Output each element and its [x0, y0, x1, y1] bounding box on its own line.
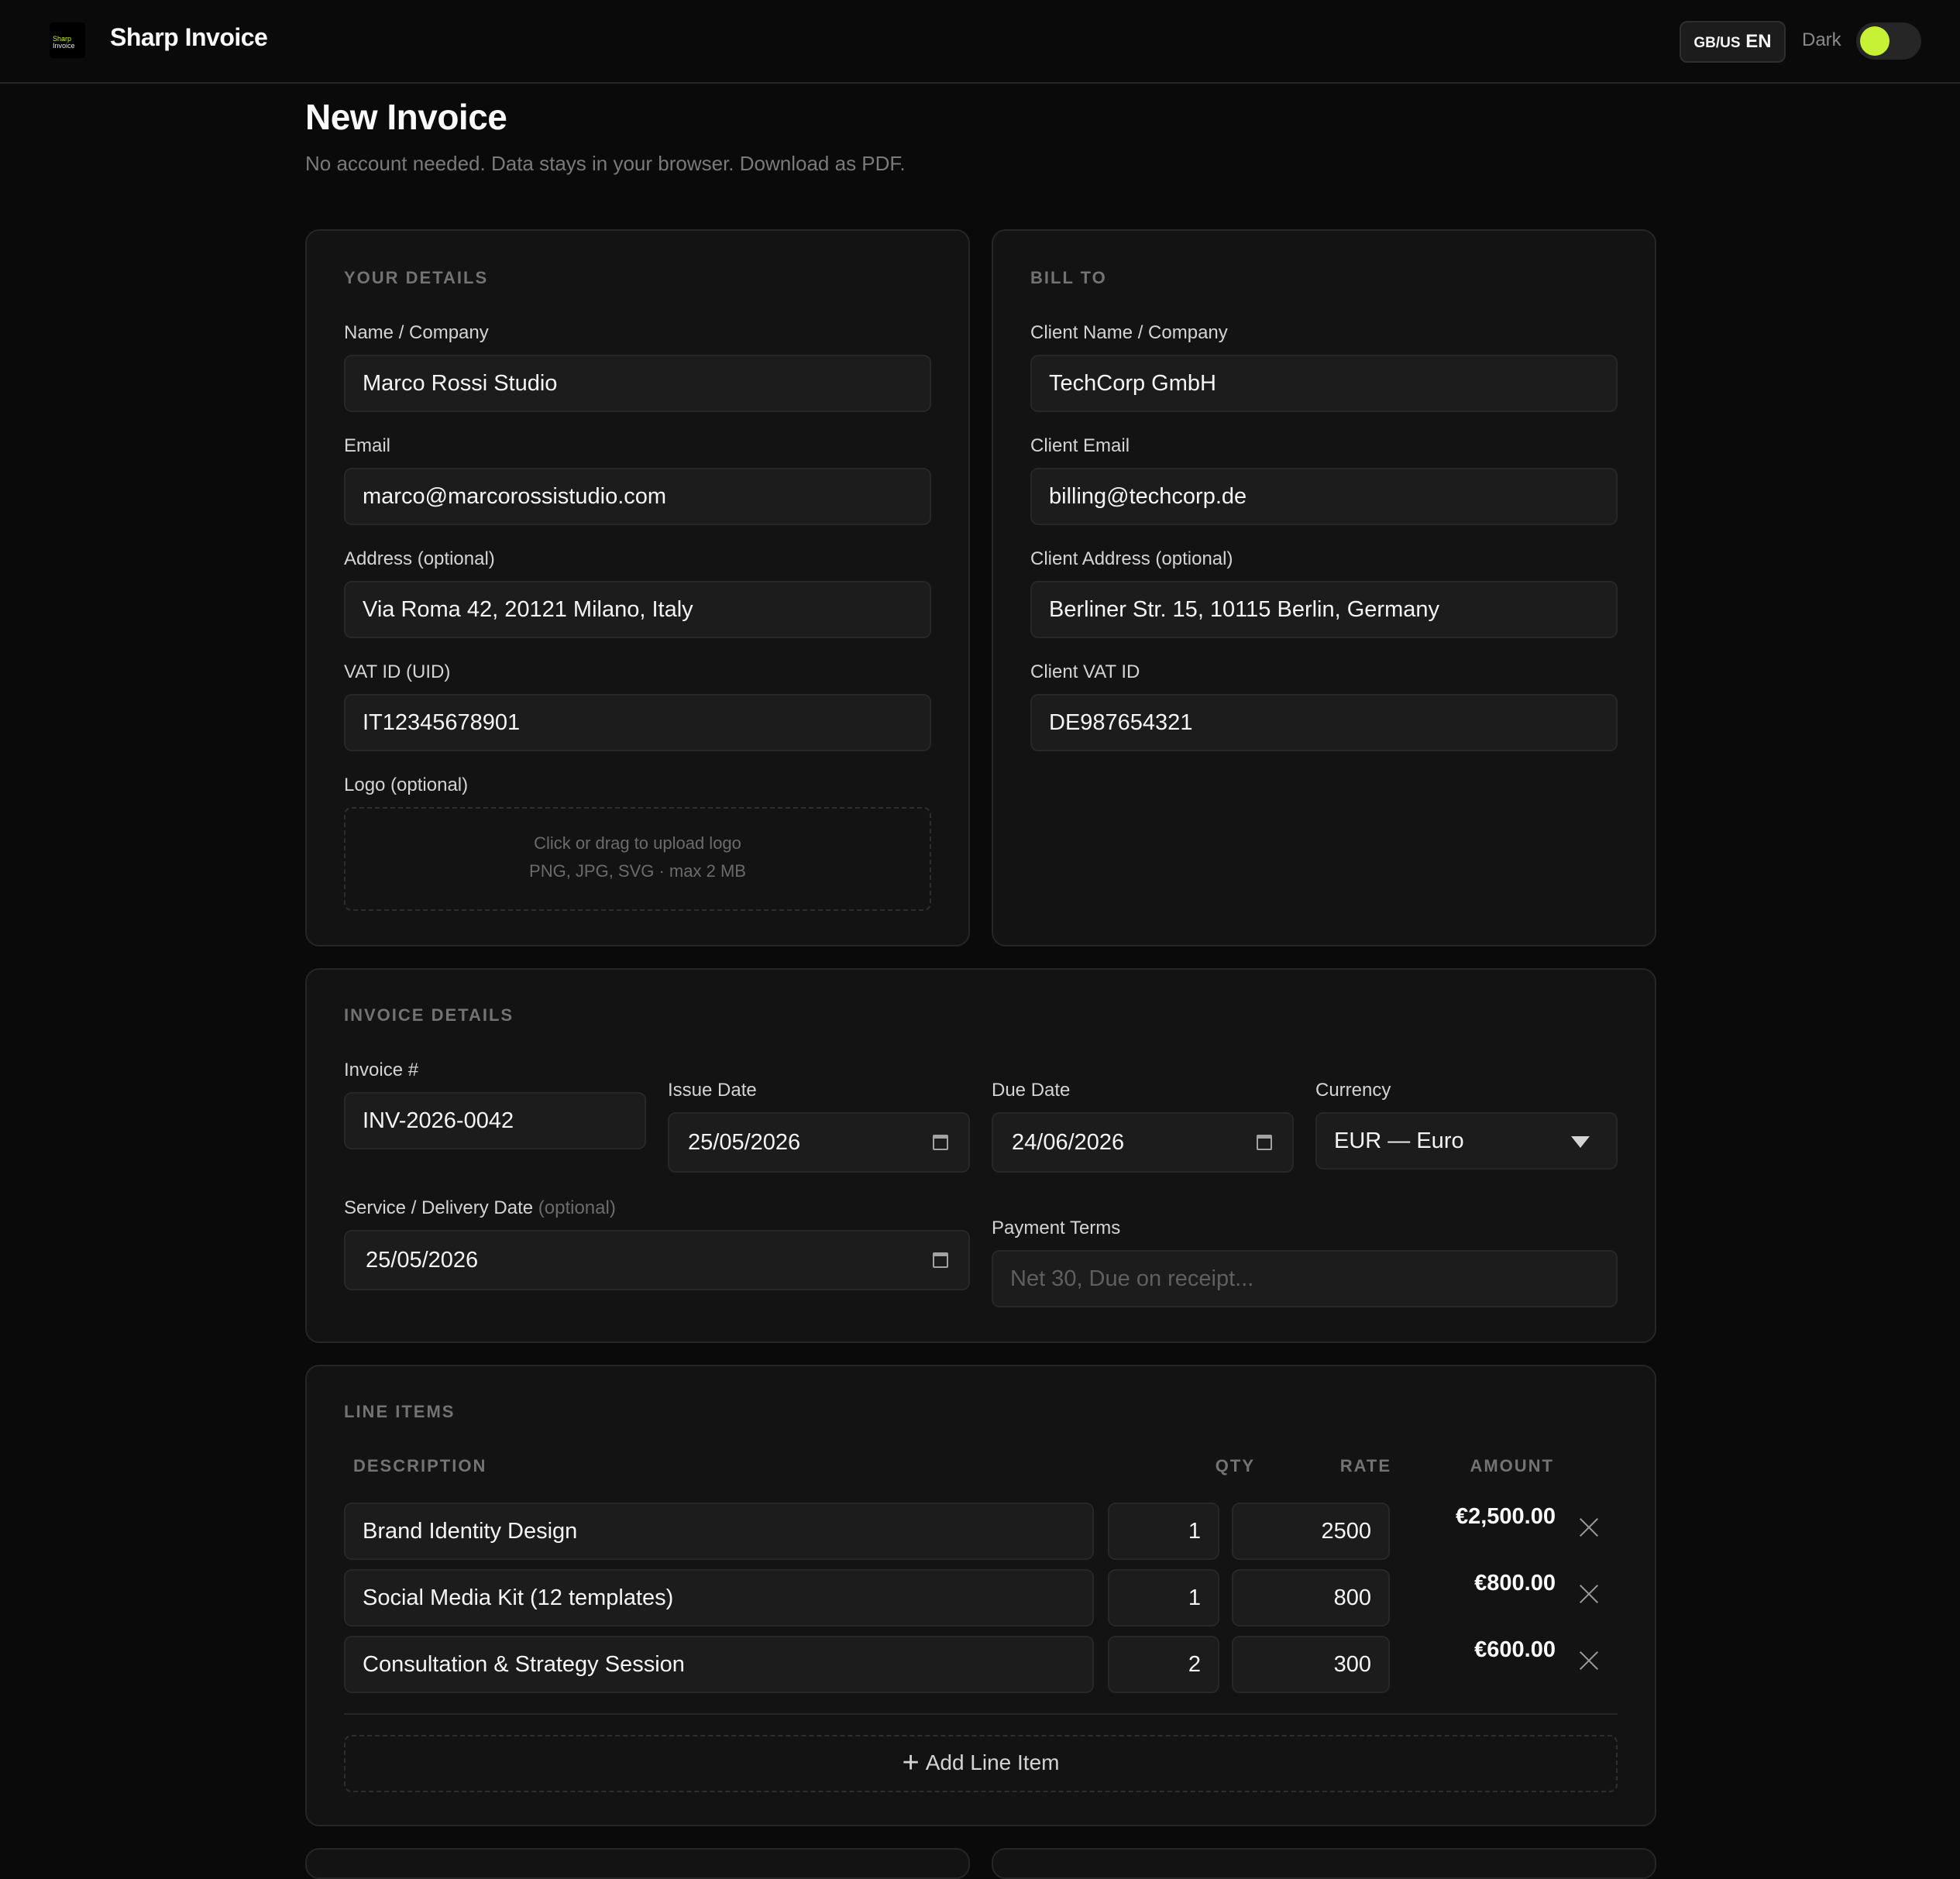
theme-toggle[interactable] [1856, 22, 1921, 60]
line-item-amount: €2,500.00 [1455, 1504, 1556, 1529]
top-bar: Sharp Invoice Sharp Invoice GB/US EN Dar… [0, 0, 1960, 84]
service-date-optional: (optional) [538, 1197, 616, 1218]
app-name[interactable]: Sharp Invoice [110, 23, 268, 52]
line-item-rate-input[interactable]: 2500 [1232, 1503, 1390, 1560]
due-date-value: 24/06/2026 [1012, 1130, 1125, 1155]
client-address-input[interactable]: Berliner Str. 15, 10115 Berlin, Germany [1030, 581, 1618, 638]
page-subtitle: No account needed. Data stays in your br… [305, 152, 906, 175]
invoice-number-label: Invoice # [344, 1060, 419, 1080]
client-name-input[interactable]: TechCorp GmbH [1030, 355, 1618, 412]
your-details-card: YOUR DETAILS Name / Company Marco Rossi … [305, 229, 970, 946]
plus-icon: + [902, 1747, 920, 1779]
line-item-description-input[interactable]: Brand Identity Design [344, 1503, 1094, 1560]
client-name-label: Client Name / Company [1030, 322, 1228, 343]
line-item-amount: €600.00 [1474, 1637, 1556, 1662]
logo-upload-hint: Click or drag to upload logo [534, 833, 741, 853]
next-card-right [992, 1848, 1656, 1879]
client-email-input[interactable]: billing@techcorp.de [1030, 468, 1618, 525]
service-date-label-text: Service / Delivery Date [344, 1197, 534, 1218]
currency-select[interactable]: EUR — Euro [1315, 1112, 1618, 1170]
column-amount: AMOUNT [1470, 1456, 1554, 1475]
your-details-title: YOUR DETAILS [344, 268, 489, 287]
issue-date-value: 25/05/2026 [688, 1130, 801, 1155]
line-item-description-input[interactable]: Social Media Kit (12 templates) [344, 1569, 1094, 1627]
toggle-knob [1860, 26, 1890, 56]
theme-label: Dark [1802, 29, 1841, 50]
remove-line-item-icon[interactable] [1577, 1582, 1601, 1605]
due-date-input[interactable]: 24/06/2026 [992, 1112, 1294, 1173]
line-items-divider [344, 1713, 1618, 1715]
line-item-qty-input[interactable]: 1 [1108, 1503, 1219, 1560]
add-line-item-label: Add Line Item [925, 1750, 1060, 1774]
vat-label: VAT ID (UID) [344, 661, 451, 682]
page-title: New Invoice [305, 97, 507, 137]
address-input[interactable]: Via Roma 42, 20121 Milano, Italy [344, 581, 931, 638]
line-item-rate-input[interactable]: 800 [1232, 1569, 1390, 1627]
payment-terms-label: Payment Terms [992, 1218, 1121, 1238]
line-item-qty-input[interactable]: 2 [1108, 1636, 1219, 1693]
client-vat-label: Client VAT ID [1030, 661, 1140, 682]
calendar-icon[interactable] [1257, 1135, 1272, 1150]
flag-icon: GB/US [1694, 35, 1741, 51]
currency-label: Currency [1315, 1080, 1391, 1101]
invoice-details-card: INVOICE DETAILS Invoice # INV-2026-0042 … [305, 968, 1656, 1343]
email-input[interactable]: marco@marcorossistudio.com [344, 468, 931, 525]
calendar-icon[interactable] [933, 1252, 948, 1268]
add-line-item-button[interactable]: + Add Line Item [344, 1735, 1618, 1792]
bill-to-card: BILL TO Client Name / Company TechCorp G… [992, 229, 1656, 946]
service-date-input[interactable]: 25/05/2026 [344, 1230, 970, 1290]
client-email-label: Client Email [1030, 435, 1130, 456]
logo-label: Logo (optional) [344, 775, 469, 795]
issue-date-label: Issue Date [668, 1080, 757, 1101]
language-button[interactable]: GB/US EN [1680, 21, 1786, 63]
due-date-label: Due Date [992, 1080, 1071, 1101]
service-date-value: 25/05/2026 [366, 1248, 479, 1273]
column-description: DESCRIPTION [353, 1456, 487, 1475]
vat-input[interactable]: IT12345678901 [344, 694, 931, 751]
logo-upload-dropzone[interactable]: Click or drag to upload logo PNG, JPG, S… [344, 807, 931, 911]
line-item-rate-input[interactable]: 300 [1232, 1636, 1390, 1693]
payment-terms-input[interactable]: Net 30, Due on receipt... [992, 1250, 1618, 1307]
line-item-amount: €800.00 [1474, 1571, 1556, 1596]
name-label: Name / Company [344, 322, 489, 343]
app-logo[interactable]: Sharp Invoice [50, 22, 85, 58]
bill-to-title: BILL TO [1030, 268, 1107, 287]
language-code: EN [1745, 31, 1772, 52]
remove-line-item-icon[interactable] [1577, 1515, 1601, 1538]
logo-line-2: Invoice [53, 42, 75, 50]
line-item-qty-input[interactable]: 1 [1108, 1569, 1219, 1627]
email-label: Email [344, 435, 391, 456]
next-card-left [305, 1848, 970, 1879]
client-vat-input[interactable]: DE987654321 [1030, 694, 1618, 751]
line-item-description-input[interactable]: Consultation & Strategy Session [344, 1636, 1094, 1693]
calendar-icon[interactable] [933, 1135, 948, 1150]
issue-date-input[interactable]: 25/05/2026 [668, 1112, 970, 1173]
column-rate: RATE [1339, 1456, 1391, 1475]
invoice-details-title: INVOICE DETAILS [344, 1005, 514, 1025]
currency-value: EUR — Euro [1334, 1128, 1464, 1153]
service-date-label: Service / Delivery Date (optional) [344, 1197, 616, 1219]
name-input[interactable]: Marco Rossi Studio [344, 355, 931, 412]
address-label: Address (optional) [344, 548, 495, 569]
invoice-number-input[interactable]: INV-2026-0042 [344, 1092, 646, 1149]
remove-line-item-icon[interactable] [1577, 1648, 1601, 1671]
chevron-down-icon [1571, 1136, 1590, 1148]
line-items-title: LINE ITEMS [344, 1402, 456, 1421]
line-items-card: LINE ITEMS DESCRIPTION QTY RATE AMOUNT B… [305, 1365, 1656, 1826]
client-address-label: Client Address (optional) [1030, 548, 1233, 569]
column-qty: QTY [1215, 1456, 1255, 1475]
logo-upload-formats: PNG, JPG, SVG · max 2 MB [529, 861, 746, 881]
